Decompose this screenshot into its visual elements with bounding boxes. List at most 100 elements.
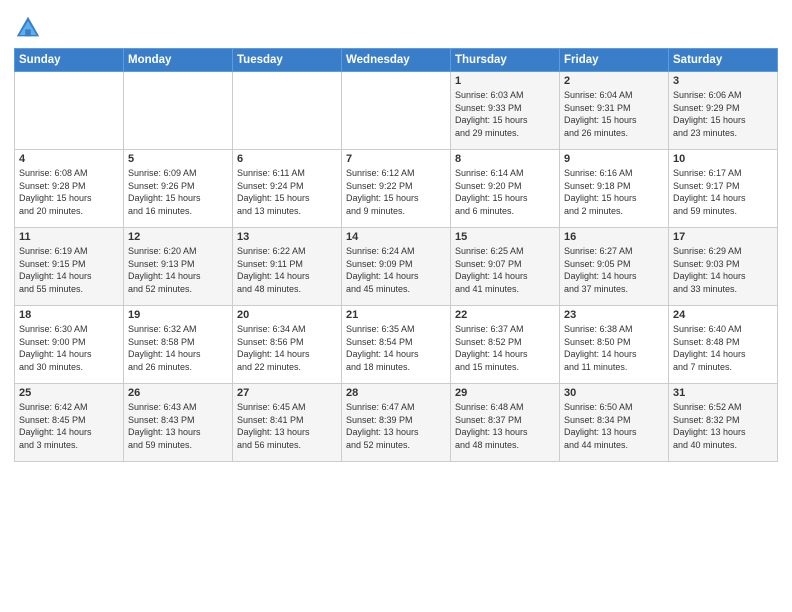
calendar-cell: 10 Sunrise: 6:17 AM Sunset: 9:17 PM Dayli… bbox=[669, 150, 778, 228]
calendar-cell: 20 Sunrise: 6:34 AM Sunset: 8:56 PM Dayli… bbox=[233, 306, 342, 384]
day-number: 15 bbox=[455, 231, 555, 243]
day-info: Sunrise: 6:17 AM Sunset: 9:17 PM Dayligh… bbox=[673, 167, 773, 217]
calendar-cell: 21 Sunrise: 6:35 AM Sunset: 8:54 PM Dayli… bbox=[342, 306, 451, 384]
calendar-week-4: 18 Sunrise: 6:30 AM Sunset: 9:00 PM Dayli… bbox=[15, 306, 778, 384]
day-info: Sunrise: 6:14 AM Sunset: 9:20 PM Dayligh… bbox=[455, 167, 555, 217]
day-number: 13 bbox=[237, 231, 337, 243]
calendar-cell bbox=[342, 72, 451, 150]
day-number: 16 bbox=[564, 231, 664, 243]
weekday-header-friday: Friday bbox=[560, 49, 669, 72]
day-number: 17 bbox=[673, 231, 773, 243]
day-info: Sunrise: 6:30 AM Sunset: 9:00 PM Dayligh… bbox=[19, 323, 119, 373]
calendar-cell: 8 Sunrise: 6:14 AM Sunset: 9:20 PM Daylig… bbox=[451, 150, 560, 228]
day-number: 12 bbox=[128, 231, 228, 243]
calendar-cell bbox=[233, 72, 342, 150]
day-info: Sunrise: 6:24 AM Sunset: 9:09 PM Dayligh… bbox=[346, 245, 446, 295]
day-number: 14 bbox=[346, 231, 446, 243]
weekday-header-saturday: Saturday bbox=[669, 49, 778, 72]
weekday-header-sunday: Sunday bbox=[15, 49, 124, 72]
day-number: 5 bbox=[128, 153, 228, 165]
day-info: Sunrise: 6:19 AM Sunset: 9:15 PM Dayligh… bbox=[19, 245, 119, 295]
calendar-cell: 4 Sunrise: 6:08 AM Sunset: 9:28 PM Daylig… bbox=[15, 150, 124, 228]
day-number: 4 bbox=[19, 153, 119, 165]
day-number: 6 bbox=[237, 153, 337, 165]
day-number: 9 bbox=[564, 153, 664, 165]
day-info: Sunrise: 6:16 AM Sunset: 9:18 PM Dayligh… bbox=[564, 167, 664, 217]
calendar-cell bbox=[124, 72, 233, 150]
calendar-week-2: 4 Sunrise: 6:08 AM Sunset: 9:28 PM Daylig… bbox=[15, 150, 778, 228]
calendar-cell: 17Sunrise: 6:29 AM Sunset: 9:03 PM Dayli… bbox=[669, 228, 778, 306]
day-number: 1 bbox=[455, 75, 555, 87]
calendar-cell: 14 Sunrise: 6:24 AM Sunset: 9:09 PM Dayli… bbox=[342, 228, 451, 306]
day-info: Sunrise: 6:09 AM Sunset: 9:26 PM Dayligh… bbox=[128, 167, 228, 217]
day-number: 10 bbox=[673, 153, 773, 165]
calendar-cell: 26 Sunrise: 6:43 AM Sunset: 8:43 PM Dayli… bbox=[124, 384, 233, 462]
day-number: 18 bbox=[19, 309, 119, 321]
calendar-cell: 5 Sunrise: 6:09 AM Sunset: 9:26 PM Daylig… bbox=[124, 150, 233, 228]
day-info: Sunrise: 6:08 AM Sunset: 9:28 PM Dayligh… bbox=[19, 167, 119, 217]
calendar-cell: 29 Sunrise: 6:48 AM Sunset: 8:37 PM Dayli… bbox=[451, 384, 560, 462]
calendar-cell: 12 Sunrise: 6:20 AM Sunset: 9:13 PM Dayli… bbox=[124, 228, 233, 306]
weekday-header-thursday: Thursday bbox=[451, 49, 560, 72]
day-info: Sunrise: 6:12 AM Sunset: 9:22 PM Dayligh… bbox=[346, 167, 446, 217]
calendar-cell: 16Sunrise: 6:27 AM Sunset: 9:05 PM Dayli… bbox=[560, 228, 669, 306]
calendar-week-5: 25Sunrise: 6:42 AM Sunset: 8:45 PM Dayli… bbox=[15, 384, 778, 462]
day-number: 27 bbox=[237, 387, 337, 399]
day-number: 8 bbox=[455, 153, 555, 165]
calendar-cell: 1 Sunrise: 6:03 AM Sunset: 9:33 PM Daylig… bbox=[451, 72, 560, 150]
calendar-cell: 19 Sunrise: 6:32 AM Sunset: 8:58 PM Dayli… bbox=[124, 306, 233, 384]
day-number: 19 bbox=[128, 309, 228, 321]
day-info: Sunrise: 6:37 AM Sunset: 8:52 PM Dayligh… bbox=[455, 323, 555, 373]
day-number: 3 bbox=[673, 75, 773, 87]
day-info: Sunrise: 6:50 AM Sunset: 8:34 PM Dayligh… bbox=[564, 401, 664, 451]
day-number: 20 bbox=[237, 309, 337, 321]
day-number: 25 bbox=[19, 387, 119, 399]
weekday-header-wednesday: Wednesday bbox=[342, 49, 451, 72]
calendar-cell: 2 Sunrise: 6:04 AM Sunset: 9:31 PM Daylig… bbox=[560, 72, 669, 150]
weekday-header-monday: Monday bbox=[124, 49, 233, 72]
day-info: Sunrise: 6:22 AM Sunset: 9:11 PM Dayligh… bbox=[237, 245, 337, 295]
calendar-cell: 25Sunrise: 6:42 AM Sunset: 8:45 PM Dayli… bbox=[15, 384, 124, 462]
day-number: 22 bbox=[455, 309, 555, 321]
day-info: Sunrise: 6:52 AM Sunset: 8:32 PM Dayligh… bbox=[673, 401, 773, 451]
calendar-cell: 22 Sunrise: 6:37 AM Sunset: 8:52 PM Dayli… bbox=[451, 306, 560, 384]
day-info: Sunrise: 6:40 AM Sunset: 8:48 PM Dayligh… bbox=[673, 323, 773, 373]
day-info: Sunrise: 6:43 AM Sunset: 8:43 PM Dayligh… bbox=[128, 401, 228, 451]
calendar-cell: 31Sunrise: 6:52 AM Sunset: 8:32 PM Dayli… bbox=[669, 384, 778, 462]
day-info: Sunrise: 6:03 AM Sunset: 9:33 PM Dayligh… bbox=[455, 89, 555, 139]
day-info: Sunrise: 6:35 AM Sunset: 8:54 PM Dayligh… bbox=[346, 323, 446, 373]
day-number: 29 bbox=[455, 387, 555, 399]
calendar-cell: 6Sunrise: 6:11 AM Sunset: 9:24 PM Daylig… bbox=[233, 150, 342, 228]
day-number: 28 bbox=[346, 387, 446, 399]
day-info: Sunrise: 6:06 AM Sunset: 9:29 PM Dayligh… bbox=[673, 89, 773, 139]
day-info: Sunrise: 6:48 AM Sunset: 8:37 PM Dayligh… bbox=[455, 401, 555, 451]
day-number: 23 bbox=[564, 309, 664, 321]
calendar-table: SundayMondayTuesdayWednesdayThursdayFrid… bbox=[14, 48, 778, 462]
day-number: 11 bbox=[19, 231, 119, 243]
calendar-cell: 23 Sunrise: 6:38 AM Sunset: 8:50 PM Dayli… bbox=[560, 306, 669, 384]
calendar-cell: 15Sunrise: 6:25 AM Sunset: 9:07 PM Dayli… bbox=[451, 228, 560, 306]
page: SundayMondayTuesdayWednesdayThursdayFrid… bbox=[0, 0, 792, 612]
calendar-cell: 7 Sunrise: 6:12 AM Sunset: 9:22 PM Daylig… bbox=[342, 150, 451, 228]
weekday-header-tuesday: Tuesday bbox=[233, 49, 342, 72]
day-info: Sunrise: 6:47 AM Sunset: 8:39 PM Dayligh… bbox=[346, 401, 446, 451]
day-number: 21 bbox=[346, 309, 446, 321]
day-number: 24 bbox=[673, 309, 773, 321]
day-info: Sunrise: 6:34 AM Sunset: 8:56 PM Dayligh… bbox=[237, 323, 337, 373]
day-info: Sunrise: 6:45 AM Sunset: 8:41 PM Dayligh… bbox=[237, 401, 337, 451]
calendar-cell bbox=[15, 72, 124, 150]
day-number: 30 bbox=[564, 387, 664, 399]
day-number: 26 bbox=[128, 387, 228, 399]
day-number: 2 bbox=[564, 75, 664, 87]
calendar-cell: 27 Sunrise: 6:45 AM Sunset: 8:41 PM Dayli… bbox=[233, 384, 342, 462]
day-number: 7 bbox=[346, 153, 446, 165]
calendar-cell: 18 Sunrise: 6:30 AM Sunset: 9:00 PM Dayli… bbox=[15, 306, 124, 384]
day-info: Sunrise: 6:38 AM Sunset: 8:50 PM Dayligh… bbox=[564, 323, 664, 373]
weekday-header-row: SundayMondayTuesdayWednesdayThursdayFrid… bbox=[15, 49, 778, 72]
calendar-cell: 24 Sunrise: 6:40 AM Sunset: 8:48 PM Dayli… bbox=[669, 306, 778, 384]
day-info: Sunrise: 6:20 AM Sunset: 9:13 PM Dayligh… bbox=[128, 245, 228, 295]
day-info: Sunrise: 6:04 AM Sunset: 9:31 PM Dayligh… bbox=[564, 89, 664, 139]
calendar-cell: 3 Sunrise: 6:06 AM Sunset: 9:29 PM Daylig… bbox=[669, 72, 778, 150]
day-info: Sunrise: 6:32 AM Sunset: 8:58 PM Dayligh… bbox=[128, 323, 228, 373]
calendar-cell: 11 Sunrise: 6:19 AM Sunset: 9:15 PM Dayli… bbox=[15, 228, 124, 306]
